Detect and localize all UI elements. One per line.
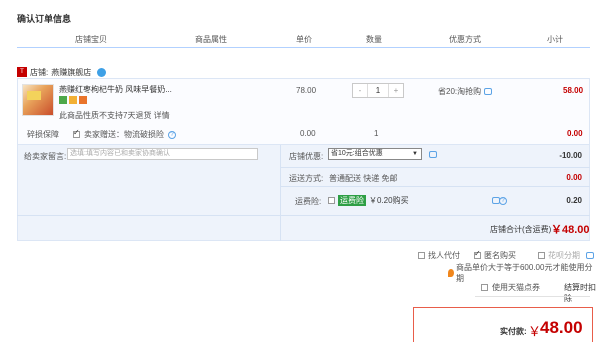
item-promo: 省20:淘抢购 — [438, 86, 493, 97]
notice-text: 商品单价大于等于600.00元才能使用分期 — [455, 263, 593, 283]
product-name-link[interactable]: 燕赚红枣枸杞牛奶 风味早餐奶... — [59, 84, 172, 95]
store-name-link[interactable]: 燕赚旗舰店 — [51, 67, 91, 78]
installment-option[interactable]: 花呗分期 — [538, 250, 594, 261]
qty-minus-button[interactable]: - — [353, 84, 367, 97]
deduct-at-checkout-link[interactable]: 结算时扣除 — [564, 282, 600, 304]
quantity-stepper[interactable]: - 1 + — [352, 83, 404, 98]
guarantee-option: 卖家赠送：物流破损险 — [84, 130, 164, 139]
guarantee-qty: 1 — [374, 129, 379, 138]
shipping-method: 普通配送 快递 免邮 — [329, 174, 398, 183]
store-total-label: 店铺合计(含运费) — [490, 225, 552, 234]
message-label: 给卖家留言: — [24, 152, 67, 161]
store-row: T 店铺: 燕赚旗舰店 — [17, 66, 107, 78]
service-badges — [59, 96, 87, 104]
divider — [475, 296, 590, 297]
guarantee-price: 0.00 — [300, 129, 316, 138]
guarantee-badge-icon — [59, 96, 67, 104]
divider — [280, 167, 590, 168]
insurance-option: 运费险 ￥0.20购买 — [328, 195, 409, 206]
col-header-discount: 优惠方式 — [449, 35, 481, 44]
store-discount-select[interactable]: 省10元:组合优惠 ▼ — [328, 148, 422, 160]
payment-amount: 48.00 — [540, 318, 583, 337]
seller-message-input[interactable]: 选填:填写内容已和卖家协商确认 — [67, 148, 258, 160]
col-header-items: 店铺宝贝 — [75, 35, 107, 44]
store-discount-label: 店铺优惠: — [289, 152, 324, 161]
wangwang-chat-icon[interactable] — [97, 67, 107, 77]
proxy-pay-checkbox[interactable] — [418, 252, 425, 259]
proxy-pay-option[interactable]: 找人代付 — [418, 250, 460, 261]
insurance-help-icon[interactable]: ? — [499, 197, 507, 205]
credit-card-badge-icon — [69, 96, 77, 104]
divider — [17, 215, 590, 216]
guarantee-checkbox[interactable] — [73, 128, 80, 138]
qty-input[interactable]: 1 — [367, 84, 389, 97]
anonymous-option[interactable]: 匿名购买 — [474, 249, 516, 261]
anonymous-label: 匿名购买 — [484, 251, 516, 260]
payment-label: 实付款: — [500, 327, 527, 336]
extras-divider — [280, 145, 281, 241]
col-header-price: 单价 — [296, 35, 312, 44]
col-header-attributes: 商品属性 — [195, 35, 227, 44]
help-icon[interactable]: ? — [168, 130, 176, 139]
discount-selected: 省10元:组合优惠 — [331, 150, 383, 157]
col-header-qty: 数量 — [366, 35, 382, 44]
item-subtotal: 58.00 — [563, 86, 584, 95]
shipping-label: 运送方式: — [289, 174, 324, 183]
proxy-pay-label: 找人代付 — [428, 251, 460, 260]
promo-text: 省20:淘抢购 — [438, 87, 482, 96]
store-label: 店铺: — [30, 67, 49, 77]
header-divider — [17, 47, 590, 48]
tmall-points-label: 使用天猫点券 — [492, 283, 540, 292]
location-pin-icon — [448, 269, 454, 277]
shipping-value: 0.00 — [566, 173, 582, 182]
promo-info-icon[interactable] — [484, 88, 493, 96]
col-header-subtotal: 小计 — [547, 35, 563, 44]
qty-plus-button[interactable]: + — [389, 84, 403, 97]
insurance-label: 运费险: — [295, 197, 322, 206]
page-title: 确认订单信息 — [17, 14, 72, 24]
installment-checkbox[interactable] — [538, 252, 545, 259]
insurance-text: ￥0.20购买 — [369, 196, 409, 205]
unit-price: 78.00 — [296, 86, 317, 95]
anonymous-checkbox[interactable] — [474, 249, 481, 259]
tmall-points-checkbox[interactable] — [481, 284, 488, 291]
invoice-badge-icon — [79, 96, 87, 104]
tmall-points-option[interactable]: 使用天猫点券 — [481, 282, 540, 293]
discount-info-icon[interactable] — [429, 151, 437, 158]
installment-label: 花呗分期 — [548, 251, 580, 260]
store-total-value: ￥48.00 — [551, 224, 590, 236]
table-header: 店铺宝贝 商品属性 单价 数量 优惠方式 小计 — [17, 33, 590, 47]
installment-notice: 商品单价大于等于600.00元才能使用分期 — [448, 262, 600, 284]
product-thumbnail[interactable] — [22, 84, 54, 116]
guarantee-label: 碎损保障 — [27, 130, 59, 139]
dropdown-arrow-icon: ▼ — [412, 151, 418, 157]
store-discount-value: -10.00 — [559, 151, 582, 160]
tmall-logo-icon: T — [17, 67, 27, 77]
no-return-notice[interactable]: 此商品性质不支持7天退货 详情 — [59, 110, 170, 121]
insurance-value: 0.20 — [566, 196, 582, 205]
insurance-checkbox[interactable] — [328, 197, 335, 204]
insurance-badge: 运费险 — [338, 195, 366, 206]
guarantee-subtotal: 0.00 — [567, 129, 583, 138]
divider — [280, 186, 590, 187]
installment-info-icon[interactable] — [586, 252, 594, 259]
damage-guarantee-row: 碎损保障 卖家赠送：物流破损险 ? — [27, 128, 176, 140]
